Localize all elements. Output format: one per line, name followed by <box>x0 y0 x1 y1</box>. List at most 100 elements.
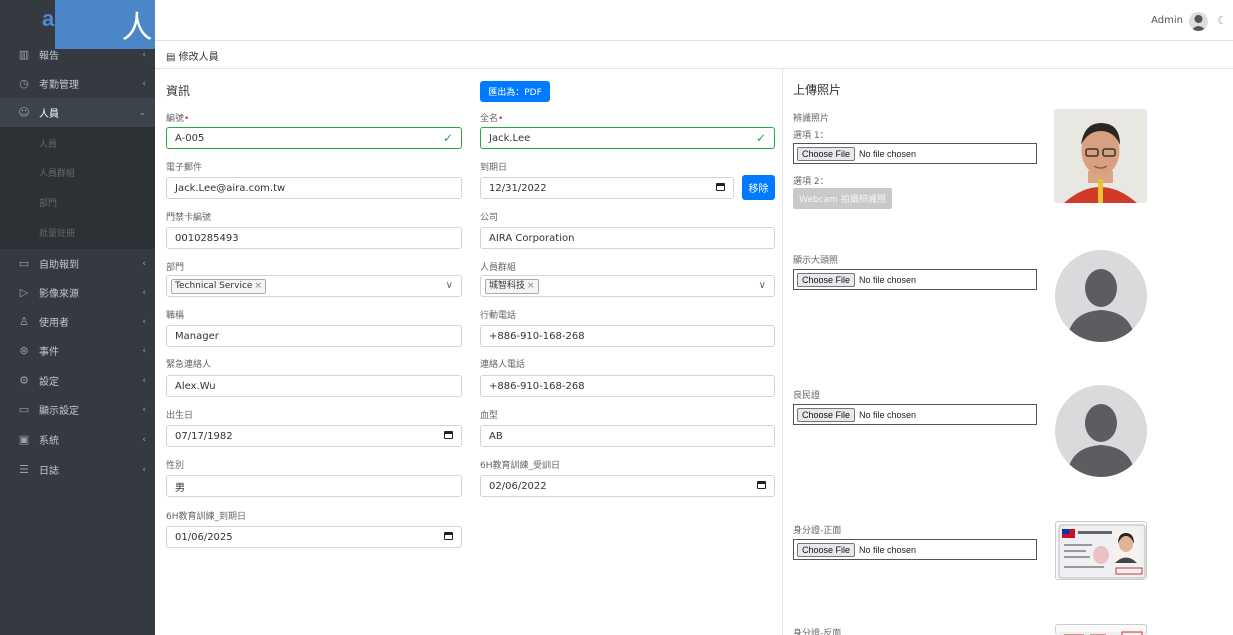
blood-value: AB <box>489 430 503 442</box>
id-field[interactable]: A-005 ✓ <box>166 127 462 149</box>
export-pdf-button[interactable]: 匯出為：PDF <box>480 81 550 102</box>
option2-label: 選項 2： <box>793 177 829 187</box>
remove-tag-icon[interactable]: × <box>527 281 535 291</box>
display-photo-placeholder <box>1055 250 1147 342</box>
gender-field[interactable]: 男 <box>166 475 462 497</box>
remove-button[interactable]: 移除 <box>742 175 775 200</box>
id-back-photo <box>1055 624 1147 635</box>
sidebar-item-label: 顯示設定 <box>39 406 79 417</box>
list-icon: ☰ <box>19 463 29 476</box>
sidebar-item-users[interactable]: ♙ 使用者 ‹ <box>0 307 155 336</box>
sidebar-item-label: 事件 <box>39 347 59 358</box>
id-label-text: 編號 <box>166 114 185 124</box>
sidebar-item-gear[interactable]: ⚙ 設定 ‹ <box>0 366 155 395</box>
choose-file-button[interactable]: Choose File <box>797 146 856 161</box>
sidebar-item-video[interactable]: ▷ 影像來源 ‹ <box>0 278 155 307</box>
sidebar-item-system[interactable]: ▣ 系統 ‹ <box>0 425 155 454</box>
good-citizen-label: 良民證 <box>793 391 821 401</box>
birth-value: 07/17/1982 <box>175 430 233 442</box>
choose-file-button[interactable]: Choose File <box>797 407 856 422</box>
good-citizen-placeholder <box>1055 385 1147 477</box>
sidebar-item-label: 設定 <box>39 377 59 388</box>
mobile-field[interactable]: +886-910-168-268 <box>480 325 775 347</box>
training-expiry-field[interactable]: 01/06/2025 <box>166 526 462 548</box>
name-label-text: 全名 <box>480 114 499 124</box>
sidebar-item-display[interactable]: ▭ 顯示設定 ‹ <box>0 395 155 424</box>
dept-select[interactable]: Technical Service × ∨ <box>166 275 462 297</box>
display-icon: ▭ <box>18 403 30 416</box>
sidebar-item-label: 影像來源 <box>39 289 79 300</box>
sidebar-item-event[interactable]: ⊛ 事件 ‹ <box>0 336 155 365</box>
sidebar-item-label: 系統 <box>39 436 59 447</box>
name-value: Jack.Lee <box>489 132 531 144</box>
sidebar-item-monitor[interactable]: ▭ 自助報到 ‹ <box>0 249 155 278</box>
calendar-icon[interactable] <box>444 532 453 540</box>
card-value: 0010285493 <box>175 232 239 244</box>
display-photo-file-input[interactable]: Choose File No file chosen <box>793 269 1037 290</box>
user-avatar[interactable] <box>1189 12 1208 31</box>
file-status: No file chosen <box>859 148 917 159</box>
choose-file-button[interactable]: Choose File <box>797 542 856 557</box>
company-value: AIRA Corporation <box>489 232 575 244</box>
training-received-field[interactable]: 02/06/2022 <box>480 475 775 497</box>
webcam-capture-button[interactable]: Webcam 拍攝辨識照 <box>793 188 892 209</box>
remove-tag-icon[interactable]: × <box>254 281 262 291</box>
job-title-field[interactable]: Manager <box>166 325 462 347</box>
gender-value: 男 <box>175 482 185 494</box>
email-value: Jack.Lee@aira.com.tw <box>175 182 286 194</box>
emergency-label: 緊急連絡人 <box>166 360 212 370</box>
name-field[interactable]: Jack.Lee ✓ <box>480 127 775 149</box>
contact-phone-label: 連絡人電話 <box>480 360 526 370</box>
group-tag[interactable]: 城智科技 × <box>485 278 539 294</box>
sidebar-item-label: 日誌 <box>39 466 59 477</box>
job-title-label: 職稱 <box>166 311 185 321</box>
dept-value: Technical Service <box>175 280 253 291</box>
chevron-left-icon: ‹ <box>142 404 146 415</box>
group-select[interactable]: 城智科技 × ∨ <box>480 275 775 297</box>
group-label: 人員群組 <box>480 263 517 273</box>
sidebar-subitem-label: 批量註冊 <box>39 229 76 239</box>
sidebar-subitem-3[interactable]: 批量註冊 <box>0 218 155 247</box>
id-front-file-input[interactable]: Choose File No file chosen <box>793 539 1037 560</box>
email-label: 電子郵件 <box>166 163 203 173</box>
company-field[interactable]: AIRA Corporation <box>480 227 775 249</box>
chevron-left-icon: ‹ <box>142 78 146 89</box>
file-status: No file chosen <box>859 409 917 420</box>
email-field[interactable]: Jack.Lee@aira.com.tw <box>166 177 462 199</box>
birth-date-field[interactable]: 07/17/1982 <box>166 425 462 447</box>
training-expiry-value: 01/06/2025 <box>175 531 233 543</box>
sidebar-item-list[interactable]: ☰ 日誌 ‹ <box>0 455 155 484</box>
sidebar-item-person[interactable]: ☺ 人員 ⌄ <box>0 98 155 127</box>
chevron-down-icon[interactable]: ∨ <box>759 280 766 291</box>
card-number-field[interactable]: 0010285493 <box>166 227 462 249</box>
dept-tag[interactable]: Technical Service × <box>171 278 266 294</box>
contact-phone-field[interactable]: +886-910-168-268 <box>480 375 775 397</box>
calendar-icon[interactable] <box>757 481 766 489</box>
good-citizen-file-input[interactable]: Choose File No file chosen <box>793 404 1037 425</box>
chevron-down-icon[interactable]: ∨ <box>446 280 453 291</box>
sidebar-subitem-label: 部門 <box>39 199 58 209</box>
file-status: No file chosen <box>859 274 917 285</box>
job-title-value: Manager <box>175 330 219 342</box>
sidebar-item-label: 自助報到 <box>39 260 79 271</box>
chevron-left-icon: ‹ <box>142 287 146 298</box>
user-name[interactable]: Admin <box>1151 15 1183 26</box>
calendar-icon[interactable] <box>716 183 725 191</box>
sidebar-subitem-2[interactable]: 部門 <box>0 188 155 217</box>
calendar-icon[interactable] <box>444 431 453 439</box>
expiry-label: 到期日 <box>480 163 508 173</box>
sidebar-item-clock[interactable]: ◷ 考勤管理 ‹ <box>0 69 155 98</box>
sidebar-subitem-label: 人員 <box>39 140 58 150</box>
info-title: 資訊 <box>166 84 191 98</box>
choose-file-button[interactable]: Choose File <box>797 272 856 287</box>
id-back-label: 身分證-反面 <box>793 629 842 635</box>
sidebar-subitem-1[interactable]: 人員群組 <box>0 158 155 187</box>
recognition-file-input[interactable]: Choose File No file chosen <box>793 143 1037 164</box>
dark-mode-icon[interactable]: ☾ <box>1217 14 1227 27</box>
sidebar-subitem-0[interactable]: 人員 <box>0 129 155 158</box>
emergency-contact-field[interactable]: Alex.Wu <box>166 375 462 397</box>
blood-type-field[interactable]: AB <box>480 425 775 447</box>
dept-label: 部門 <box>166 263 185 273</box>
id-front-label: 身分證-正面 <box>793 526 842 536</box>
expiry-date-field[interactable]: 12/31/2022 <box>480 177 734 199</box>
